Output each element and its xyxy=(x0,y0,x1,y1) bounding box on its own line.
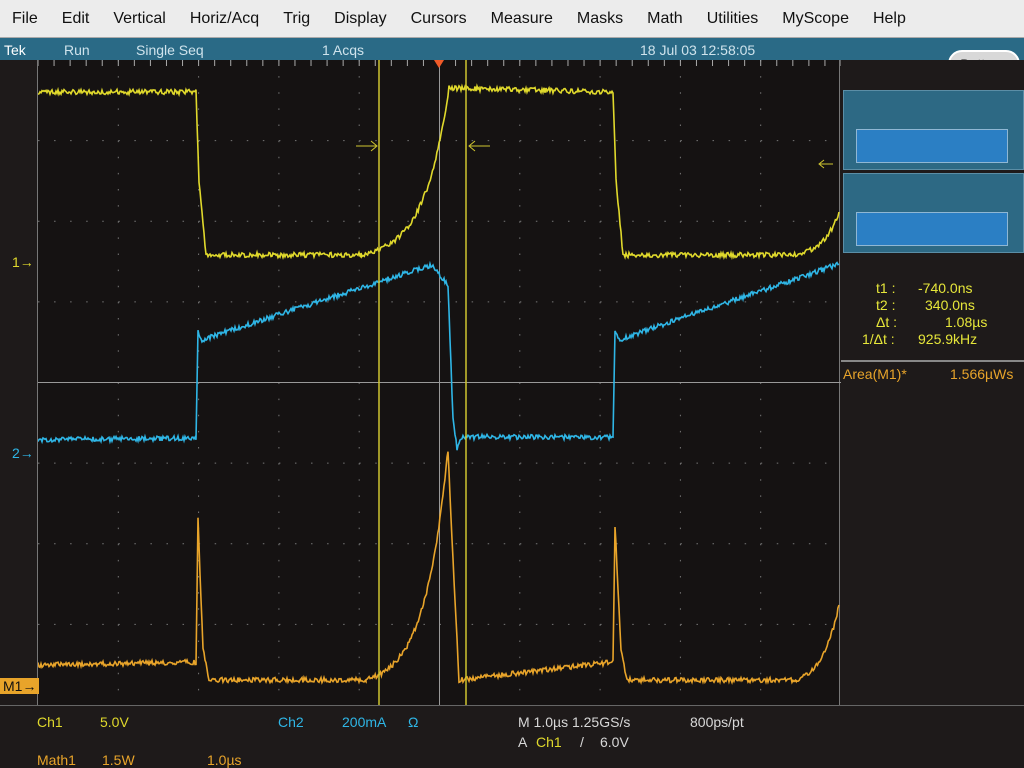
math-marker-label: M1 xyxy=(3,678,22,694)
menu-file[interactable]: File xyxy=(0,10,50,28)
cursor-2-arrow-icon xyxy=(469,141,490,151)
cursor-1-arrow-icon xyxy=(356,141,377,151)
readout-panel-2[interactable] xyxy=(843,173,1024,253)
inv-dt-value: 925.9kHz xyxy=(918,331,977,347)
ch2-termination: Ω xyxy=(408,714,418,730)
trigger-source[interactable]: Ch1 xyxy=(536,734,562,750)
menu-display[interactable]: Display xyxy=(322,10,398,28)
menu-math[interactable]: Math xyxy=(635,10,695,28)
graticule xyxy=(38,60,841,705)
dt-label: Δt : xyxy=(876,314,897,330)
t1-label: t1 : xyxy=(876,280,895,296)
readout-box-1[interactable] xyxy=(856,129,1008,163)
menu-measure[interactable]: Measure xyxy=(479,10,565,28)
menu-cursors[interactable]: Cursors xyxy=(399,10,479,28)
ch1-marker[interactable]: 1→ xyxy=(12,254,34,270)
trigger-level[interactable]: 6.0V xyxy=(600,734,629,750)
ch1-waveform xyxy=(38,86,839,258)
trigger-level-icon xyxy=(819,160,833,168)
run-state[interactable]: Run xyxy=(64,42,90,58)
menu-bar: File Edit Vertical Horiz/Acq Trig Display Curs… xyxy=(0,0,1024,38)
ch1-scale[interactable]: 5.0V xyxy=(100,714,129,730)
readout-box-2[interactable] xyxy=(856,212,1008,246)
resolution: 800ps/pt xyxy=(690,714,744,730)
datetime: 18 Jul 03 12:58:05 xyxy=(640,42,755,58)
trigger-prefix: A xyxy=(518,734,527,750)
math-scale[interactable]: 1.5W xyxy=(102,752,135,768)
divider xyxy=(841,360,1024,362)
trigger-slope: / xyxy=(580,734,584,750)
t2-value: 340.0ns xyxy=(925,297,975,313)
menu-masks[interactable]: Masks xyxy=(565,10,635,28)
menu-horizacq[interactable]: Horiz/Acq xyxy=(178,10,271,28)
t2-label: t2 : xyxy=(876,297,895,313)
math-waveform xyxy=(38,452,839,683)
menu-trig[interactable]: Trig xyxy=(271,10,322,28)
horizontal-scale[interactable]: M 1.0µs 1.25GS/s xyxy=(518,714,630,730)
menu-edit[interactable]: Edit xyxy=(50,10,102,28)
acq-mode[interactable]: Single Seq xyxy=(136,42,204,58)
measurement-label: Area(M1)* xyxy=(843,366,907,382)
readout-panel-1[interactable] xyxy=(843,90,1024,170)
ch1-marker-label: 1 xyxy=(12,254,20,270)
math-marker[interactable]: M1→ xyxy=(0,678,39,694)
waveform-display[interactable] xyxy=(37,60,840,705)
acq-count: 1 Acqs xyxy=(322,42,364,58)
t1-value: -740.0ns xyxy=(918,280,972,296)
math-label[interactable]: Math1 xyxy=(37,752,76,768)
menu-utilities[interactable]: Utilities xyxy=(695,10,771,28)
footer-readout: Ch1 5.0V Ch2 200mA Ω M 1.0µs 1.25GS/s 80… xyxy=(0,705,1024,768)
ch2-label[interactable]: Ch2 xyxy=(278,714,304,730)
measurement-value: 1.566µWs xyxy=(950,366,1013,382)
inv-dt-label: 1/Δt : xyxy=(862,331,895,347)
trigger-position-icon[interactable] xyxy=(434,60,444,68)
ch2-marker-label: 2 xyxy=(12,445,20,461)
math-time: 1.0µs xyxy=(207,752,242,768)
brand: Tek xyxy=(4,42,26,58)
ch2-marker[interactable]: 2→ xyxy=(12,445,34,461)
ch2-waveform xyxy=(38,263,839,451)
menu-myscope[interactable]: MyScope xyxy=(770,10,861,28)
ch1-label[interactable]: Ch1 xyxy=(37,714,63,730)
menu-vertical[interactable]: Vertical xyxy=(101,10,177,28)
status-bar: Tek Run Single Seq 1 Acqs 18 Jul 03 12:5… xyxy=(0,38,1024,60)
menu-help[interactable]: Help xyxy=(861,10,918,28)
dt-value: 1.08µs xyxy=(945,314,987,330)
ch2-scale[interactable]: 200mA xyxy=(342,714,386,730)
